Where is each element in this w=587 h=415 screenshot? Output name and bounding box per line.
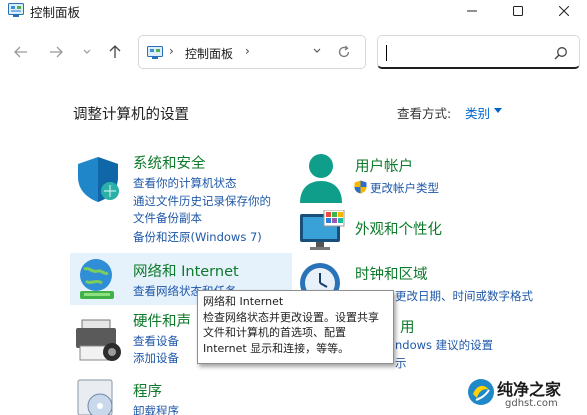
link-add-device[interactable]: 添加设备 xyxy=(133,350,179,366)
user-account-icon[interactable] xyxy=(298,153,344,205)
chevron-down-icon xyxy=(83,49,91,54)
minimize-button[interactable] xyxy=(449,0,495,22)
programs-disc-icon[interactable] xyxy=(76,378,120,415)
watermark-text: 纯净之家 xyxy=(497,380,562,399)
link-recommended-settings[interactable]: ndows 建议的设置 xyxy=(395,337,493,353)
watermark-url: gdhst.com xyxy=(505,398,558,409)
breadcrumb-control-panel[interactable]: 控制面板 xyxy=(185,45,233,62)
control-panel-icon xyxy=(8,3,24,17)
minimize-icon xyxy=(467,10,477,12)
back-button[interactable] xyxy=(11,42,31,62)
navigation-bar: › 控制面板 › xyxy=(0,32,587,72)
link-file-history[interactable]: 通过文件历史记录保存你的 xyxy=(133,193,271,209)
dropdown-triangle-icon[interactable] xyxy=(494,108,502,113)
window-title: 控制面板 xyxy=(30,5,81,20)
text-caret xyxy=(386,45,387,61)
link-view-computer-status[interactable]: 查看你的计算机状态 xyxy=(133,175,237,191)
arrow-left-icon xyxy=(14,46,27,58)
watermark-logo-icon xyxy=(468,379,494,405)
recent-locations-button[interactable] xyxy=(77,42,97,62)
maximize-icon xyxy=(513,6,523,16)
uac-shield-icon xyxy=(354,180,367,194)
category-ease-of-access[interactable]: 用 xyxy=(400,316,415,337)
category-hardware-sound[interactable]: 硬件和声 xyxy=(133,310,191,331)
view-by-label: 查看方式: xyxy=(397,106,452,121)
tooltip-line: 文件和计算机的首选项、配置 xyxy=(203,326,346,339)
link-change-date-time[interactable]: 更改日期、时间或数字格式 xyxy=(395,288,533,304)
tooltip-line: 检查网络状态并更改设置。设置共享 xyxy=(203,310,379,324)
network-tooltip: 网络和 Internet 检查网络状态并更改设置。设置共享 文件和计算机的首选项… xyxy=(197,290,394,364)
link-uninstall-program[interactable]: 卸载程序 xyxy=(133,403,179,415)
category-network-internet[interactable]: 网络和 Internet xyxy=(133,260,239,281)
category-appearance[interactable]: 外观和个性化 xyxy=(355,218,442,239)
link-display[interactable]: 示 xyxy=(395,355,407,371)
watermark: 纯净之家 gdhst.com xyxy=(465,372,587,415)
maximize-button[interactable] xyxy=(495,0,541,22)
category-user-accounts[interactable]: 用户帐户 xyxy=(355,155,413,176)
breadcrumb-separator[interactable]: › xyxy=(245,44,250,58)
arrow-right-icon xyxy=(50,46,63,58)
forward-button[interactable] xyxy=(46,42,66,62)
refresh-icon[interactable] xyxy=(337,45,351,59)
link-change-account-type[interactable]: 更改帐户类型 xyxy=(370,180,439,196)
tooltip-line: Internet 显示和连接，等等。 xyxy=(203,341,350,355)
category-clock-region[interactable]: 时钟和区域 xyxy=(355,263,428,284)
link-file-history-cont[interactable]: 文件备份副本 xyxy=(133,210,202,226)
category-programs[interactable]: 程序 xyxy=(133,380,162,401)
printer-icon[interactable] xyxy=(74,318,122,364)
arrow-up-icon xyxy=(109,45,121,58)
view-by-dropdown[interactable]: 类别 xyxy=(465,103,490,122)
close-button[interactable] xyxy=(541,0,587,22)
address-bar[interactable]: › 控制面板 › xyxy=(138,35,366,69)
title-bar: 控制面板 xyxy=(0,0,587,22)
link-view-devices[interactable]: 查看设备 xyxy=(133,333,179,349)
close-icon xyxy=(559,6,569,16)
chevron-down-icon[interactable] xyxy=(313,48,321,54)
search-box[interactable] xyxy=(377,35,580,69)
tooltip-title: 网络和 Internet xyxy=(203,295,284,308)
appearance-monitor-icon[interactable] xyxy=(298,210,346,252)
category-system-security[interactable]: 系统和安全 xyxy=(133,152,206,173)
page-title: 调整计算机的设置 xyxy=(73,107,189,123)
network-globe-icon[interactable] xyxy=(74,255,122,303)
up-button[interactable] xyxy=(105,42,125,62)
search-icon[interactable] xyxy=(554,46,568,60)
breadcrumb-separator[interactable]: › xyxy=(169,44,174,58)
link-backup-restore[interactable]: 备份和还原(Windows 7) xyxy=(133,229,262,245)
shield-icon[interactable] xyxy=(74,155,122,203)
control-panel-icon xyxy=(147,46,163,59)
